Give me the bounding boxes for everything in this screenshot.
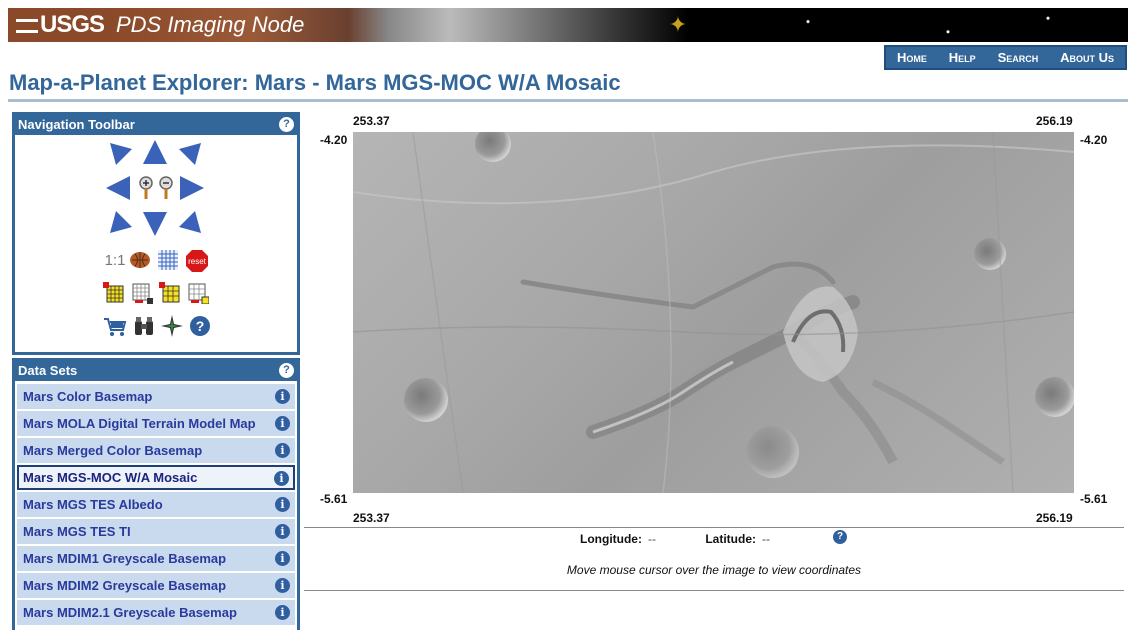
info-icon[interactable]: i [275,389,290,404]
mars-map-image[interactable] [353,132,1074,493]
dataset-mars-mgs-tes-ti[interactable]: Mars MGS TES TI i [17,519,295,544]
info-icon[interactable]: i [275,497,290,512]
dataset-label: Mars MDIM2.1 Greyscale Basemap [23,605,237,620]
globe-icon[interactable] [129,249,151,271]
add-layer-icon[interactable] [103,282,125,304]
longitude-value: -- [647,532,656,546]
dataset-mars-mola-dtm[interactable]: Mars MOLA Digital Terrain Model Map i [17,411,295,436]
usgs-wave-icon [16,18,38,33]
nav-search-link[interactable]: Search [998,50,1039,65]
dataset-label: Mars MOLA Digital Terrain Model Map [23,416,256,431]
nav-home-link[interactable]: Home [897,50,927,65]
zoom-out-icon[interactable] [157,175,175,201]
binoculars-icon[interactable] [133,315,155,337]
page-title: Map-a-Planet Explorer: Mars - Mars MGS-M… [9,70,621,95]
dataset-mars-mgs-moc-wa-mosaic-selected[interactable]: Mars MGS-MOC W/A Mosaic i [17,465,295,490]
moon-image [348,8,688,42]
nav-about-us-link[interactable]: About Us [1060,50,1114,65]
readout-divider-bottom [304,590,1124,591]
dataset-label: Mars Merged Color Basemap [23,443,203,458]
data-sets-list: Mars Color Basemap i Mars MOLA Digital Te… [15,381,297,625]
dataset-mars-mgs-tes-albedo[interactable]: Mars MGS TES Albedo i [17,492,295,517]
one-to-one-scale-button[interactable]: 1:1 [103,249,127,271]
usgs-banner[interactable]: USGS PDS Imaging Node ✦ [8,8,1128,42]
map-lat-bottom-right: -5.61 [1080,492,1108,506]
svg-text:?: ? [196,318,205,334]
grid-icon[interactable] [157,249,179,271]
help-icon[interactable]: ? [189,315,211,337]
page: USGS PDS Imaging Node ✦ Home Help Search… [0,0,1135,630]
pan-southwest-arrow-icon[interactable] [108,209,134,235]
pan-west-arrow-icon[interactable] [105,175,131,201]
top-navigation: Home Help Search About Us [884,45,1127,70]
zoom-in-icon[interactable] [137,175,155,201]
dataset-label: Mars MDIM2 Greyscale Basemap [23,578,227,593]
reset-button[interactable]: reset [185,249,209,273]
latitude-value: -- [762,532,770,546]
info-icon[interactable]: i [275,578,290,593]
map-lon-bottom-left: 253.37 [353,511,390,525]
remove-grid-icon[interactable] [187,282,209,304]
dataset-mars-merged-color-basemap[interactable]: Mars Merged Color Basemap i [17,438,295,463]
info-icon[interactable]: i [275,524,290,539]
dataset-mars-mdim21-greyscale[interactable]: Mars MDIM2.1 Greyscale Basemap i [17,600,295,625]
navigation-toolbar-header: Navigation Toolbar ? [15,115,297,135]
pds-imaging-node-title: PDS Imaging Node [108,8,348,42]
compass-rose-icon: ✦ [668,12,688,37]
dataset-mars-color-basemap[interactable]: Mars Color Basemap i [17,384,295,409]
toolbar-body: 1:1 reset ? [15,135,297,352]
info-icon[interactable]: i [275,443,290,458]
dataset-label: Mars Color Basemap [23,389,153,404]
usgs-logo[interactable]: USGS [8,8,108,42]
map-lat-top-right: -4.20 [1080,133,1108,147]
pan-northwest-arrow-icon[interactable] [108,141,134,167]
info-icon[interactable]: i [275,551,290,566]
dataset-mars-mdim1-greyscale[interactable]: Mars MDIM1 Greyscale Basemap i [17,546,295,571]
longitude-label: Longitude: [580,532,642,546]
pan-north-arrow-icon[interactable] [142,139,168,165]
remove-layer-icon[interactable] [131,282,153,304]
map-lon-bottom-right: 256.19 [1036,511,1073,525]
navigation-toolbar-title: Navigation Toolbar [18,117,135,132]
info-icon[interactable]: i [275,605,290,620]
info-icon[interactable]: i [275,416,290,431]
pan-east-arrow-icon[interactable] [179,175,205,201]
usgs-logo-text: USGS [40,11,105,38]
add-grid-icon[interactable] [159,282,181,304]
map-lon-top-right: 256.19 [1036,114,1073,128]
data-sets-panel: Data Sets ? Mars Color Basemap i Mars MOL… [12,358,300,630]
info-icon[interactable]: i [274,471,289,486]
coordinate-hint: Move mouse cursor over the image to view… [566,563,862,577]
reset-button-label: reset [188,257,207,266]
pan-northeast-arrow-icon[interactable] [177,141,203,167]
map-lon-top-left: 253.37 [353,114,390,128]
map-lat-top-left: -4.20 [320,133,348,147]
pan-southeast-arrow-icon[interactable] [177,209,203,235]
dataset-label: Mars MGS-MOC W/A Mosaic [23,470,198,485]
compass-rose-tool-icon[interactable] [161,315,183,337]
latitude-label: Latitude: [705,532,756,546]
dataset-label: Mars MDIM1 Greyscale Basemap [23,551,227,566]
coordinate-help-icon[interactable]: ? [833,530,847,544]
navigation-toolbar-help-icon[interactable]: ? [279,117,294,132]
data-sets-header: Data Sets ? [15,361,297,381]
nav-help-link[interactable]: Help [949,50,976,65]
shopping-cart-icon[interactable] [103,315,127,337]
map-lat-bottom-left: -5.61 [320,492,348,506]
dataset-label: Mars MGS TES Albedo [23,497,163,512]
dataset-mars-mdim2-greyscale[interactable]: Mars MDIM2 Greyscale Basemap i [17,573,295,598]
title-divider [8,99,1128,102]
pan-south-arrow-icon[interactable] [142,211,168,237]
coordinate-readout: Longitude: -- Latitude: -- [580,532,770,546]
data-sets-help-icon[interactable]: ? [279,363,294,378]
navigation-toolbar-panel: Navigation Toolbar ? 1:1 reset ? [12,112,300,355]
dataset-label: Mars MGS TES TI [23,524,131,539]
data-sets-title: Data Sets [18,363,78,378]
terrain-shading [353,132,1074,493]
starfield-image [728,8,1128,42]
readout-divider-top [304,527,1124,528]
